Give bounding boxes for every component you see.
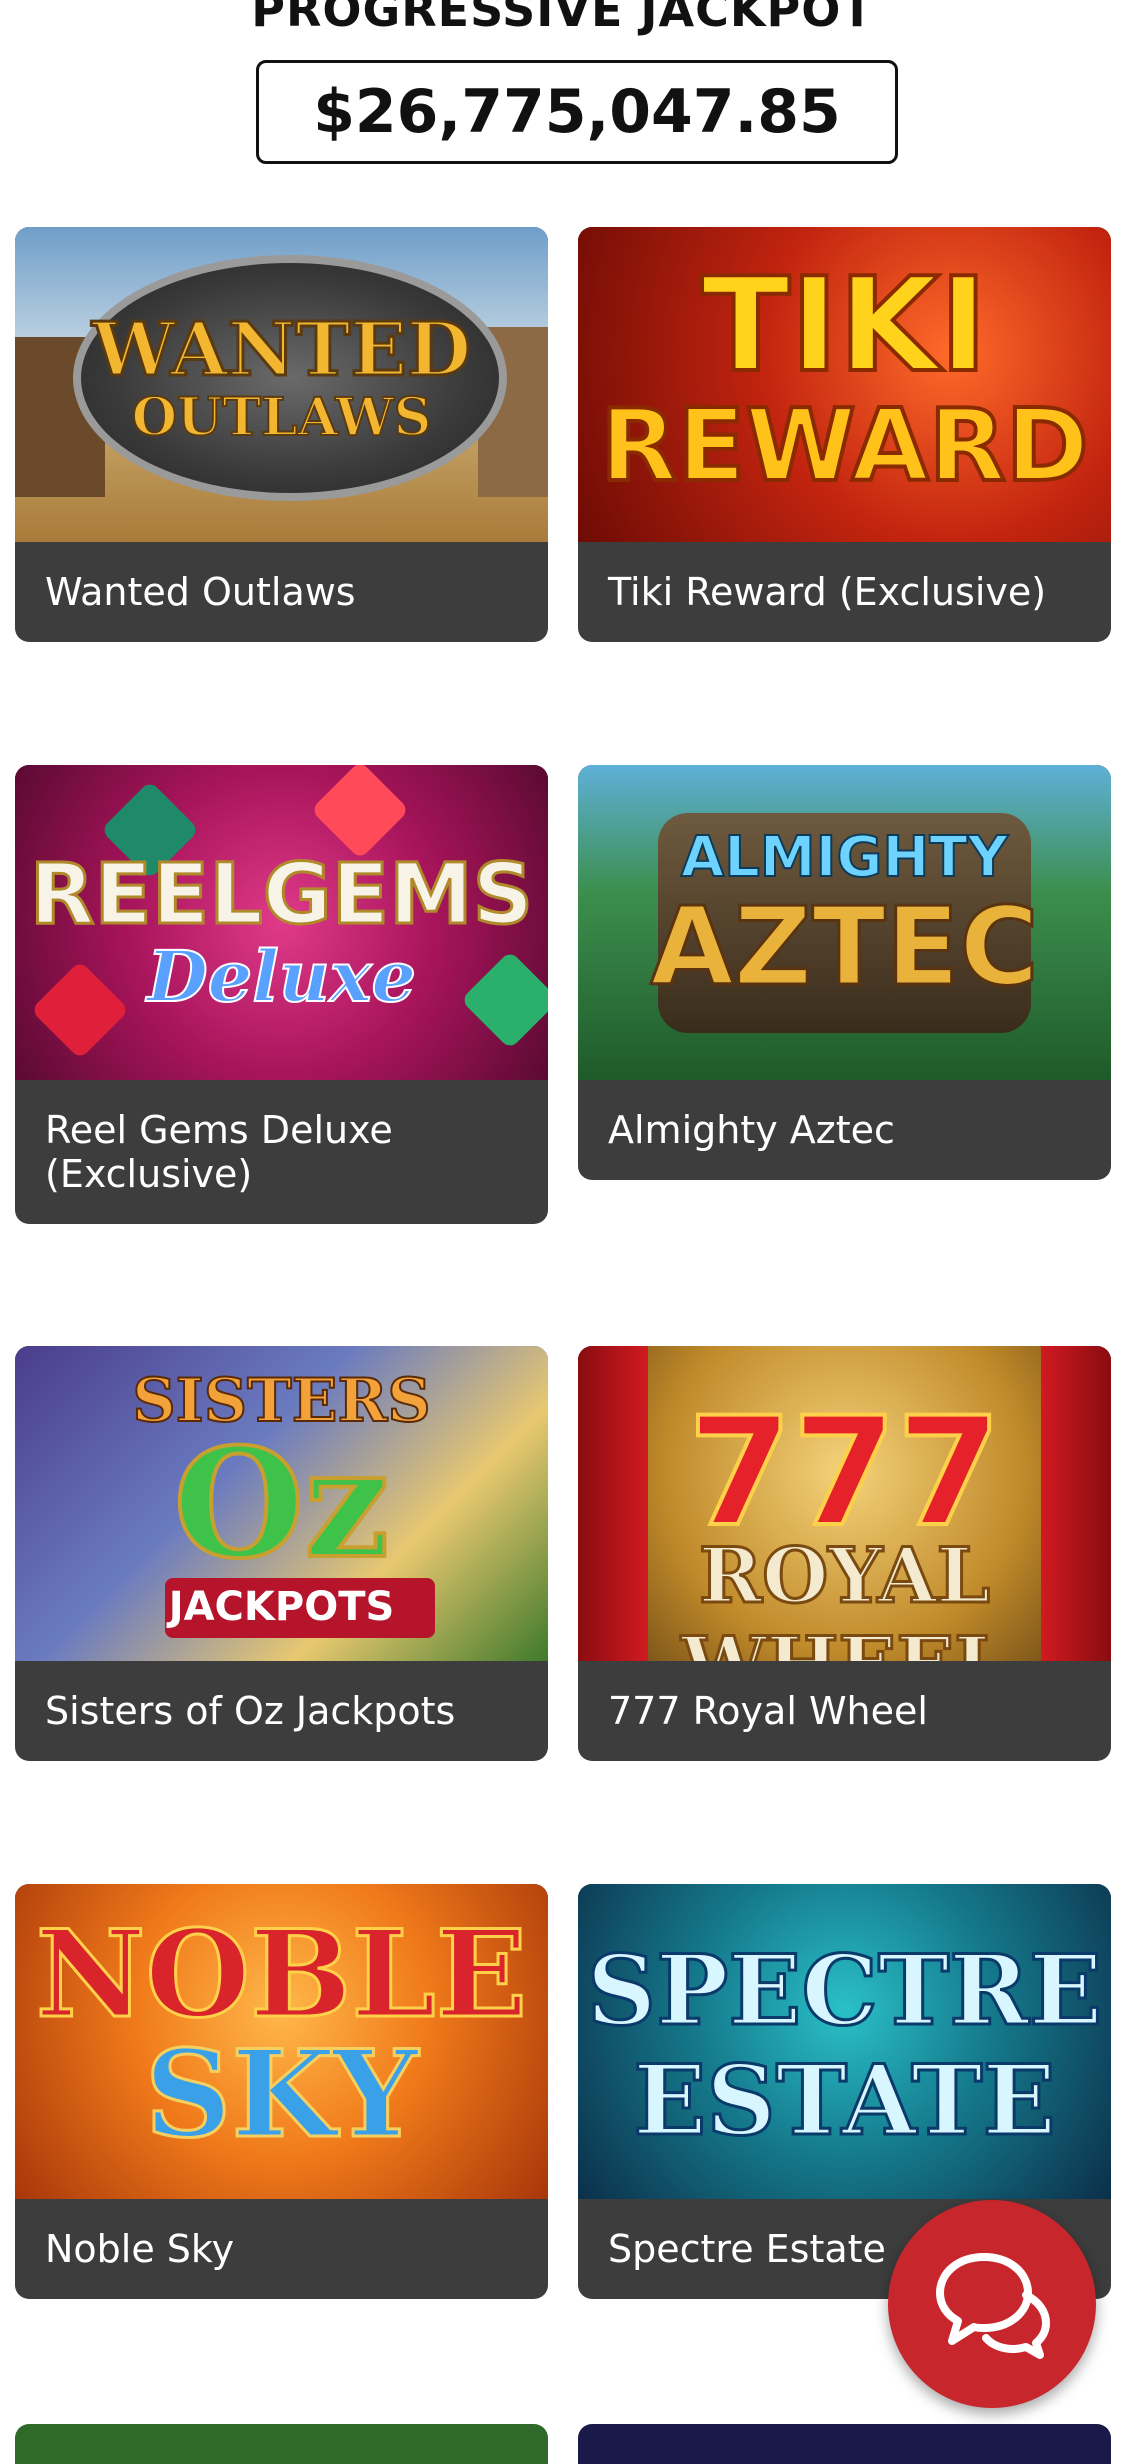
- game-title[interactable]: Noble Sky: [15, 2199, 548, 2299]
- game-logo-text: Deluxe: [146, 934, 417, 1019]
- game-card-partial[interactable]: [578, 2424, 1111, 2464]
- game-logo-text: JACKPOTS: [168, 1584, 395, 1630]
- game-title[interactable]: Wanted Outlaws: [15, 542, 548, 642]
- game-title[interactable]: Sisters of Oz Jackpots: [15, 1661, 548, 1761]
- game-thumbnail[interactable]: NOBLE SKY: [15, 1884, 548, 2199]
- game-logo-text: ESTATE: [632, 2043, 1058, 2159]
- game-logo-text: REWARD: [598, 385, 1091, 506]
- jackpot-amount: $26,775,047.85: [256, 60, 898, 164]
- chat-bubbles-icon: [936, 2253, 1050, 2359]
- game-card-tiki-reward[interactable]: TIKI REWARD Tiki Reward (Exclusive): [578, 227, 1111, 642]
- chat-button[interactable]: [888, 2200, 1096, 2408]
- game-thumbnail[interactable]: 777 ROYAL WHEEL: [578, 1346, 1111, 1661]
- game-title[interactable]: Almighty Aztec: [578, 1080, 1111, 1180]
- game-logo-text: SKY: [143, 2023, 419, 2167]
- game-thumbnail[interactable]: ALMIGHTY AZTEC: [578, 765, 1111, 1080]
- game-logo-text: WANTED: [90, 306, 472, 395]
- game-card-777-royal-wheel[interactable]: 777 ROYAL WHEEL 777 Royal Wheel: [578, 1346, 1111, 1761]
- game-thumbnail[interactable]: SPECTRE ESTATE: [578, 1884, 1111, 2199]
- game-logo-text: REELGEMS: [28, 844, 534, 945]
- game-logo-text: TIKI: [699, 247, 989, 403]
- game-card-almighty-aztec[interactable]: ALMIGHTY AZTEC Almighty Aztec: [578, 765, 1111, 1180]
- game-title[interactable]: 777 Royal Wheel: [578, 1661, 1111, 1761]
- game-card-wanted-outlaws[interactable]: WANTED OUTLAWS Wanted Outlaws: [15, 227, 548, 642]
- game-thumbnail[interactable]: WANTED OUTLAWS: [15, 227, 548, 542]
- game-logo-text: OUTLAWS: [131, 386, 433, 449]
- game-logo-text: Oz: [172, 1414, 392, 1594]
- game-card-sisters-of-oz[interactable]: SISTERS Oz JACKPOTS Sisters of Oz Jackpo…: [15, 1346, 548, 1761]
- game-title[interactable]: Tiki Reward (Exclusive): [578, 542, 1111, 642]
- game-card-noble-sky[interactable]: NOBLE SKY Noble Sky: [15, 1884, 548, 2299]
- game-thumbnail[interactable]: SISTERS Oz JACKPOTS: [15, 1346, 548, 1661]
- jackpot-title: PROGRESSIVE JACKPOT: [251, 0, 874, 37]
- game-title[interactable]: Reel Gems Deluxe (Exclusive): [15, 1080, 548, 1224]
- game-logo-text: ALMIGHTY: [680, 824, 1009, 891]
- game-card-partial[interactable]: [15, 2424, 548, 2464]
- game-logo-text: SPECTRE: [585, 1933, 1103, 2049]
- game-logo-text: AZTEC: [649, 884, 1041, 1012]
- game-logo-text: ROYAL WHEEL: [680, 1530, 1009, 1662]
- game-thumbnail[interactable]: REELGEMS Deluxe: [15, 765, 548, 1080]
- game-thumbnail[interactable]: TIKI REWARD: [578, 227, 1111, 542]
- game-card-reel-gems-deluxe[interactable]: REELGEMS Deluxe Reel Gems Deluxe (Exclus…: [15, 765, 548, 1224]
